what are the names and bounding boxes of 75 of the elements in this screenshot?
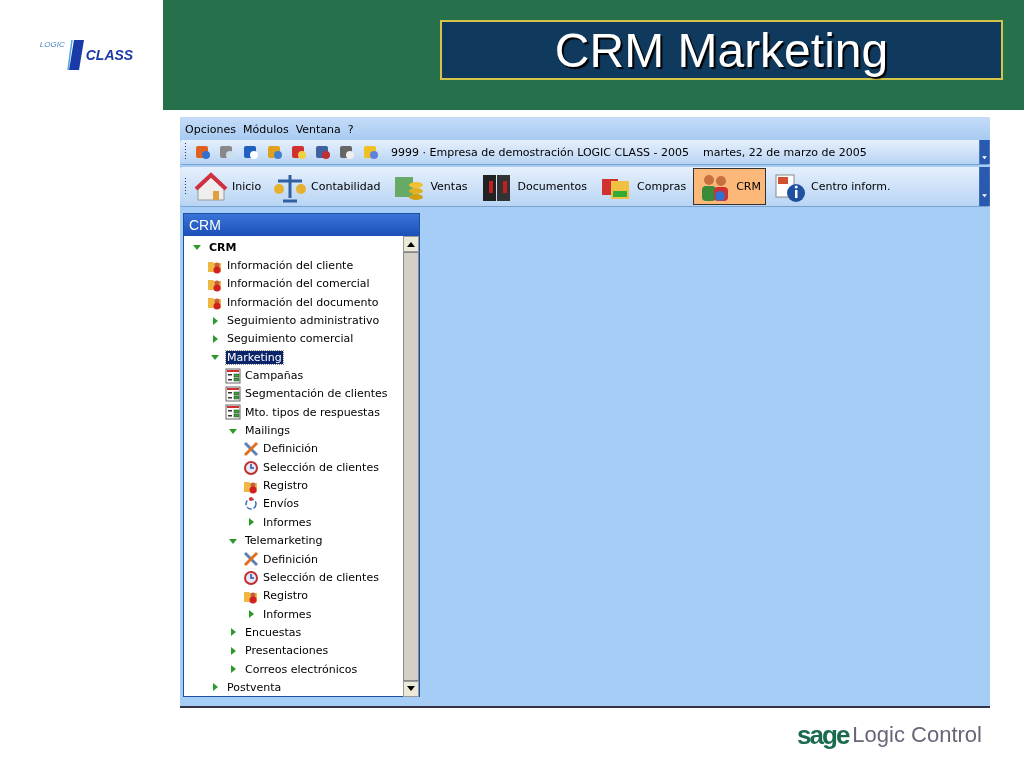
module-button[interactable]: Centro inform. [768,168,896,205]
toolbar-overflow-icon[interactable] [979,167,990,206]
tree-item[interactable]: Información del cliente [226,259,355,272]
collapsed-arrow-icon[interactable] [246,609,256,620]
list-icon [225,404,241,421]
toolbar-icon[interactable] [315,144,331,160]
up-arrow-icon [407,241,415,247]
tree-item[interactable]: Postventa [226,680,283,694]
tree-item[interactable]: Selección de clientes [262,570,380,584]
tree-item[interactable]: Selección de clientes [262,460,380,474]
date-label: martes, 22 de marzo de 2005 [703,145,867,159]
module-button[interactable]: CRM [693,168,766,205]
grip-handle-icon[interactable] [184,142,187,162]
tree-item[interactable]: Informes [262,607,313,621]
menu-item[interactable]: Opciones [185,123,236,136]
toolbar-overflow-icon[interactable] [979,140,990,164]
module-button[interactable]: Ventas [387,168,473,205]
brand-name: Logic Control [852,722,982,749]
toolbar-icon[interactable] [219,144,235,160]
tree-item[interactable]: Definición [262,552,319,566]
collapsed-arrow-icon[interactable] [246,517,256,528]
collapsed-arrow-icon[interactable] [210,315,220,326]
tree-item[interactable]: CRM [208,240,238,254]
tree-item[interactable]: Segmentación de clientes [244,387,389,401]
collapsed-arrow-icon[interactable] [228,664,238,675]
house-icon [194,170,228,203]
tree-item[interactable]: Campañas [244,369,305,383]
tree-item[interactable]: Mto. tipos de respuestas [244,405,381,419]
tree-item[interactable]: Presentaciones [244,644,330,658]
tree-item[interactable]: Información del comercial [226,277,371,291]
cycle-arrows-icon [243,496,259,512]
module-button[interactable]: Inicio [189,168,267,205]
menu-item[interactable]: Módulos [242,123,289,136]
toolbar-icon[interactable] [339,144,355,160]
tools-icon [243,440,259,457]
toolbar-icon[interactable] [363,144,379,160]
module-button[interactable]: Contabilidad [268,168,386,205]
tree-item[interactable]: Marketing [226,350,283,364]
tree-item[interactable]: Informes [262,515,313,529]
list-icon [225,385,241,402]
tree-item[interactable]: Registro [262,479,309,493]
tree-item[interactable]: Registro [262,589,309,603]
slide-title: CRM Marketing [554,22,889,78]
toolbar-icon[interactable] [243,144,259,160]
menu-item[interactable]: Ventana [295,123,341,136]
toolbar-icon[interactable] [267,144,283,160]
tree-item[interactable]: Telemarketing [244,534,324,548]
down-arrow-icon [407,686,415,692]
brand-logo: sage [797,722,849,748]
clock-icon [243,569,259,586]
list-icon [225,367,241,384]
module-button[interactable]: Compras [594,168,692,205]
tree-item[interactable]: Definición [262,442,319,456]
company-label: 9999 · Empresa de demostración LOGIC CLASS - 2005 [391,145,690,159]
logic-class-logo: LOGIC CLASS [39,38,134,72]
collapsed-arrow-icon[interactable] [210,333,220,344]
tree-item[interactable]: Seguimiento administrativo [226,314,381,328]
tree-item[interactable]: Mailings [244,424,292,438]
tree-item[interactable]: Envíos [262,497,300,511]
toolbar-icon[interactable] [291,144,307,160]
tree-item[interactable]: Encuestas [244,625,303,639]
tree-item[interactable]: Correos electrónicos [244,662,359,676]
toolbar-icon[interactable] [195,144,211,160]
collapsed-arrow-icon[interactable] [210,682,220,693]
menu-item[interactable]: ? [347,123,354,136]
scroll-up-button[interactable] [403,236,419,252]
clock-icon [243,459,259,476]
collapsed-arrow-icon[interactable] [228,627,238,638]
tools-icon [243,551,259,567]
collapsed-arrow-icon[interactable] [228,645,238,656]
tree-item[interactable]: Información del documento [226,295,380,309]
scrollbar[interactable] [403,236,419,697]
tree-item[interactable]: Seguimiento comercial [226,332,355,346]
module-button[interactable]: Documentos [474,168,593,205]
panel-title: CRM [184,214,419,236]
